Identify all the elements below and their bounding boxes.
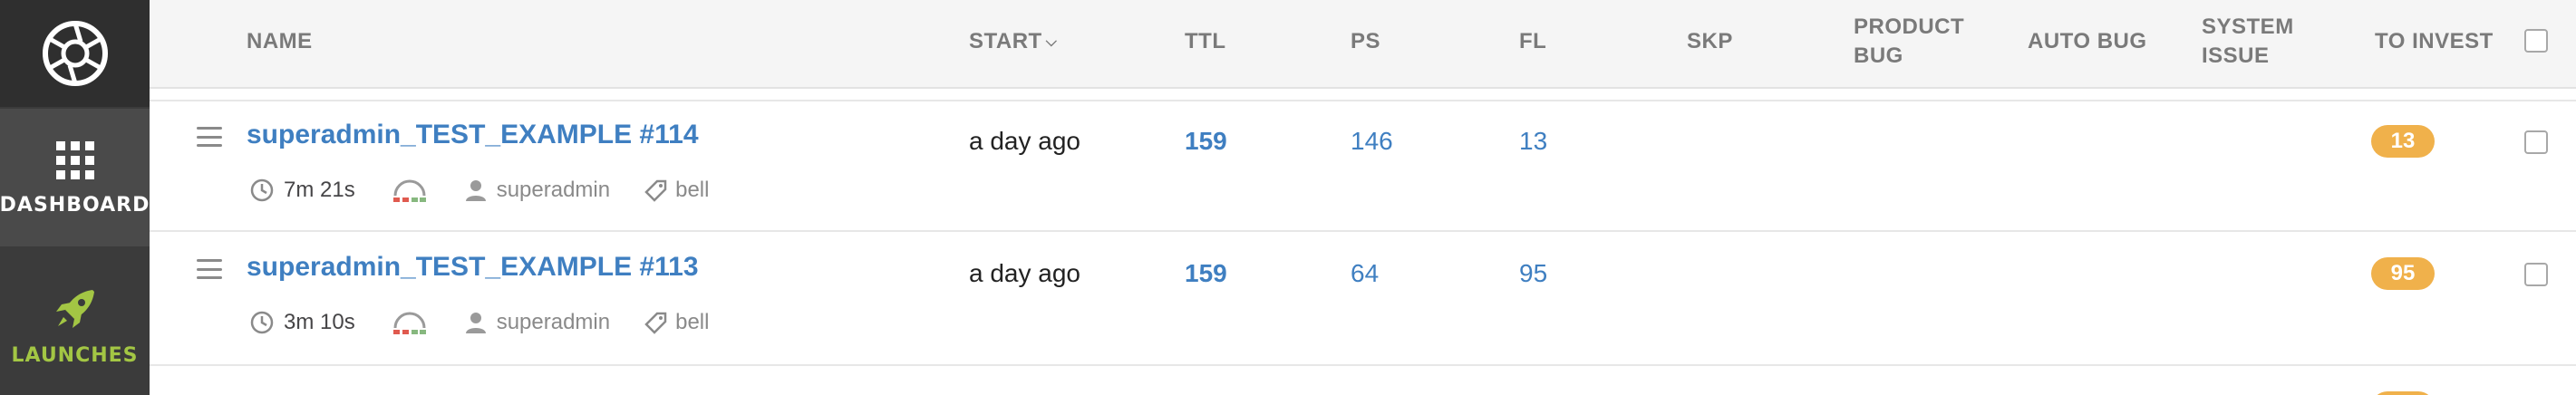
sidebar-item-label: DASHBOARD [0,193,150,217]
column-header-name[interactable]: NAME [247,27,313,56]
sidebar-item-label: LAUNCHES [11,343,139,367]
row-select-checkbox[interactable] [2524,130,2548,154]
launch-owner[interactable]: superadmin [497,178,610,203]
user-icon [465,180,486,201]
launch-meta: 7m 21s superadmin bell [249,178,709,203]
table-header: NAME START ⌵ TTL PS FL SKP PRODUCT BUG AU… [150,0,2576,89]
launch-meta: 3m 10s superadmin bell [249,310,709,335]
total-count-link[interactable]: 159 [1185,127,1227,156]
table-row: superadmin_TEST_EXAMPLE #113 3m 10s supe… [150,234,2576,366]
sidebar-item-dashboard[interactable]: DASHBOARD [0,109,150,246]
tag-icon [644,312,667,334]
launch-start-time: a day ago [969,127,1080,155]
launch-duration: 7m 21s [284,178,355,202]
column-header-skp[interactable]: SKP [1687,27,1733,56]
grid-icon [55,140,94,179]
hamburger-menu-icon[interactable] [197,127,222,147]
column-header-to-invest[interactable]: TO INVEST [2375,27,2494,56]
column-header-auto-bug[interactable]: AUTO BUG [2028,27,2147,56]
passed-count-link[interactable]: 64 [1351,259,1379,288]
select-all-checkbox[interactable] [2524,29,2548,53]
column-header-line: BUG [1854,43,1903,68]
launch-status-indicator-icon [392,179,426,202]
row-select-checkbox[interactable] [2524,263,2548,286]
launch-start-time: a day ago [969,259,1080,287]
launch-tag[interactable]: bell [675,310,709,335]
clock-icon [250,178,274,202]
column-header-system-issue[interactable]: SYSTEM ISSUE [2202,13,2294,71]
launch-tag[interactable]: bell [675,178,709,203]
launch-owner[interactable]: superadmin [497,310,610,335]
failed-count-link[interactable]: 95 [1519,259,1547,288]
tag-icon [644,179,667,202]
clock-icon [250,311,274,334]
to-invest-badge[interactable] [2371,391,2435,395]
failed-count-link[interactable]: 13 [1519,127,1547,156]
column-header-line: SYSTEM [2202,14,2294,39]
column-header-label: START [969,29,1042,53]
app-logo-icon [42,21,108,86]
hamburger-menu-icon[interactable] [197,259,222,279]
launch-name-link[interactable]: superadmin_TEST_EXAMPLE #114 [247,120,699,150]
column-header-ttl[interactable]: TTL [1185,27,1225,56]
table-row [150,368,2576,395]
launch-status-indicator-icon [392,312,426,334]
column-header-line: ISSUE [2202,43,2270,68]
to-invest-badge[interactable]: 13 [2371,125,2435,158]
user-icon [465,313,486,333]
column-header-product-bug[interactable]: PRODUCT BUG [1854,13,1964,71]
column-header-line: PRODUCT [1854,14,1965,39]
to-invest-badge[interactable]: 95 [2371,257,2435,290]
rocket-icon [55,289,94,328]
passed-count-link[interactable]: 146 [1351,127,1393,156]
chevron-down-icon: ⌵ [1045,34,1058,50]
column-header-fl[interactable]: FL [1519,27,1546,56]
launch-name-link[interactable]: superadmin_TEST_EXAMPLE #113 [247,252,699,283]
column-header-ps[interactable]: PS [1351,27,1380,56]
launch-duration: 3m 10s [284,310,355,334]
sidebar: DASHBOARD LAUNCHES [0,0,150,395]
table-row: superadmin_TEST_EXAMPLE #114 7m 21s supe… [150,100,2576,232]
column-header-start[interactable]: START ⌵ [969,27,1057,57]
logo[interactable] [0,0,150,107]
sidebar-item-launches[interactable]: LAUNCHES [0,257,150,395]
total-count-link[interactable]: 159 [1185,259,1227,288]
